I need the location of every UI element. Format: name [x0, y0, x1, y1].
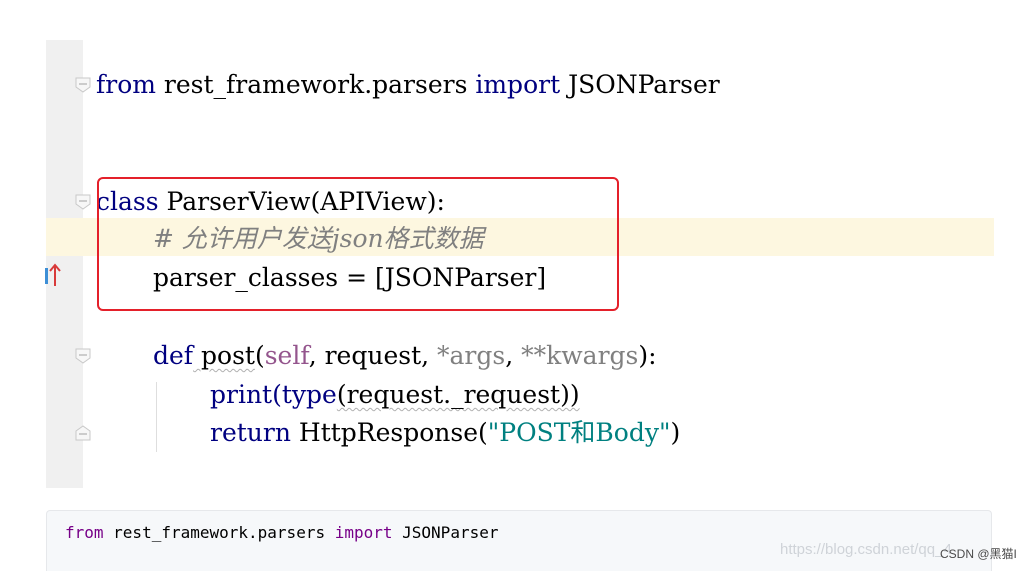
self-param: self [264, 341, 309, 370]
code-editor[interactable]: from rest_framework.parsers import JSONP… [0, 0, 1033, 490]
keyword: def [153, 341, 194, 370]
snippet-line: from rest_framework.parsers import JSONP… [65, 523, 498, 542]
keyword: from [65, 523, 104, 542]
args-param: *args [437, 341, 506, 370]
call-args: (request._request)) [336, 380, 580, 409]
fold-open-icon[interactable] [74, 76, 92, 94]
string-literal: "POST和Body" [487, 418, 671, 447]
separator: , [505, 341, 522, 370]
import-name: JSONParser [392, 523, 499, 542]
code-line-1: from rest_framework.parsers import JSONP… [96, 66, 720, 104]
code-line-6: print(type(request._request)) [210, 376, 580, 414]
keyword: import [334, 523, 393, 542]
builtin-type: type [281, 380, 337, 409]
paren: ( [254, 341, 265, 370]
paren: ( [272, 380, 282, 409]
builtin-print: print [210, 380, 273, 409]
kwargs-param: **kwargs [521, 341, 639, 370]
import-name: JSONParser [560, 70, 720, 99]
function-name: post [193, 341, 255, 370]
fold-open-icon[interactable] [74, 193, 92, 211]
module-path: rest_framework.parsers [103, 523, 335, 542]
fold-end-icon[interactable] [74, 424, 92, 442]
code-line-7: return HttpResponse("POST和Body") [210, 414, 680, 452]
watermark-author: CSDN @黑猫I [940, 547, 1017, 561]
paren-close: ) [670, 418, 681, 447]
fold-open-icon[interactable] [74, 347, 92, 365]
params: , request, [308, 341, 438, 370]
watermark-url: https://blog.csdn.net/qq_4 [780, 541, 952, 558]
code-line-5: def post(self, request, *args, **kwargs)… [153, 337, 657, 375]
module-path: rest_framework.parsers [155, 70, 476, 99]
call-expression: HttpResponse( [290, 418, 488, 447]
override-arrow-icon[interactable] [44, 262, 62, 290]
keyword: from [96, 70, 156, 99]
paren-close: ): [638, 341, 657, 370]
keyword: return [210, 418, 291, 447]
keyword: import [475, 70, 561, 99]
indent-guide [156, 382, 157, 452]
annotation-highlight-box [97, 177, 619, 311]
